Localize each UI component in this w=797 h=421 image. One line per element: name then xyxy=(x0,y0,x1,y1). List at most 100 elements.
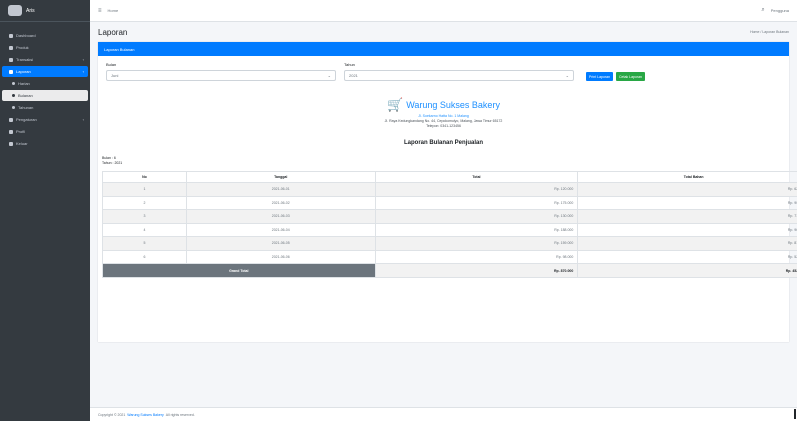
bulan-filter: Bulan Juni ⌄ xyxy=(106,62,336,81)
cell-no: 5 xyxy=(102,236,187,251)
filter-row: Bulan Juni ⌄ Tahun 2021 ⌄ Print Laporan … xyxy=(98,56,789,81)
sidebar-nav: Dashboard Produk Transaksi ‹ Laporan ‹ Harian B… xyxy=(0,30,90,149)
caret-icon: ‹ xyxy=(82,69,84,74)
cell-total-bahan: Rp. 71.000 xyxy=(577,209,797,224)
cell-tanggal: 2021-06-06 xyxy=(185,249,376,264)
export-button[interactable]: Cetak Laporan xyxy=(616,72,645,81)
cell-tanggal: 2021-06-01 xyxy=(185,182,376,197)
nav-icon xyxy=(9,57,13,62)
nav-icon xyxy=(9,117,13,122)
col-tanggal: Tanggal xyxy=(185,171,376,183)
tahun-filter: Tahun 2021 ⌄ xyxy=(344,62,574,81)
tahun-label: Tahun xyxy=(344,62,355,67)
cell-total-bahan: Rp. 52.000 xyxy=(577,249,797,264)
store-name: Warung Sukses Bakery xyxy=(406,100,500,110)
report-card: Laporan Bulanan Bulan Juni ⌄ Tahun 2021 … xyxy=(98,42,797,342)
table-row: 22021-06-02Rp. 175.000Rp. 90.000 xyxy=(102,195,797,210)
nav-icon xyxy=(9,129,13,134)
content-header: Laporan Home / Laporan Bulanan xyxy=(98,22,789,42)
search-icon[interactable]: ⌕ xyxy=(761,7,764,14)
bulan-value: Juni xyxy=(111,73,119,78)
caret-icon: ‹ xyxy=(82,57,84,62)
sidebar-item-label: Laporan xyxy=(16,69,31,74)
store-phone: Telepon: 0341-123456 xyxy=(426,124,461,128)
chevron-down-icon: ⌄ xyxy=(327,73,331,78)
tahun-meta: Tahun : 2021 xyxy=(102,161,123,165)
sidebar-item-label: Dashboard xyxy=(16,33,36,38)
sidebar-item-label: Keluar xyxy=(16,141,28,146)
table-row: 52021-06-05Rp. 159.000Rp. 81.000 xyxy=(102,236,797,251)
nav-icon xyxy=(12,94,15,97)
nav-icon xyxy=(12,82,15,85)
nav-icon xyxy=(9,33,13,38)
main-content: Laporan Home / Laporan Bulanan Laporan B… xyxy=(90,22,797,407)
user-menu[interactable]: Pengguna xyxy=(771,8,789,13)
report-table: No Tanggal Total Total Bahan 1 2021-06-01… xyxy=(102,171,797,278)
topbar: ≡ Home ⌕ Pengguna xyxy=(90,0,797,22)
cell-total: Rp. 120.000 xyxy=(374,182,579,197)
cell-no: 6 xyxy=(102,249,187,264)
print-button[interactable]: Print Laporan xyxy=(586,72,614,81)
cell-no: 1 xyxy=(102,182,187,197)
table-total-row: Grand TotalRp. 870.000Rp. 452.000 xyxy=(102,263,797,278)
caret-icon: ‹ xyxy=(82,117,84,122)
sidebar-item-2[interactable]: Transaksi ‹ xyxy=(2,54,88,65)
cell-total: Rp. 175.000 xyxy=(374,195,579,210)
chevron-down-icon: ⌄ xyxy=(565,73,569,78)
hamburger-menu-icon[interactable]: ≡ xyxy=(98,8,102,14)
col-total-bahan: Total Bahan xyxy=(577,171,797,183)
page-title: Laporan xyxy=(98,27,128,37)
cell-no: 3 xyxy=(102,209,187,224)
footer-copyright: Copyright © 2021 xyxy=(98,412,126,417)
scrollbar-handle[interactable] xyxy=(794,409,796,419)
sidebar-item-7[interactable]: Pengaturan ‹ xyxy=(2,114,88,125)
table-body: 12021-06-01Rp. 120.000Rp. 62.00022021-06… xyxy=(102,182,797,278)
sidebar: Aris Dashboard Produk Transaksi ‹ Laporan ‹ Ha… xyxy=(0,0,90,421)
footer-suffix: All rights reserved. xyxy=(165,412,195,417)
cell-total-bahan: Rp. 81.000 xyxy=(577,236,797,251)
cell-total: Rp. 130.000 xyxy=(374,209,579,224)
col-total: Total xyxy=(374,171,579,183)
sidebar-item-0[interactable]: Dashboard xyxy=(2,30,88,41)
sidebar-item-4[interactable]: Harian xyxy=(2,78,88,89)
footer-link[interactable]: Warung Sukses Bakery xyxy=(127,413,163,417)
sidebar-item-label: Produk xyxy=(16,45,29,50)
tahun-select[interactable]: 2021 ⌄ xyxy=(344,70,574,81)
brand[interactable]: Aris xyxy=(0,0,90,22)
col-no: No xyxy=(102,171,187,183)
sidebar-item-label: Profil xyxy=(16,129,26,134)
store-header: 🛒 Warung Sukses Bakery Jl. Soekarno Hatt… xyxy=(98,97,789,128)
sidebar-item-label: Pengaturan xyxy=(16,117,37,122)
cell-no: 4 xyxy=(102,222,187,237)
breadcrumb[interactable]: Home / Laporan Bulanan xyxy=(750,30,789,34)
report-meta: Bulan : 6 Tahun : 2021 xyxy=(98,156,789,166)
grand-total-bahan: Rp. 452.000 xyxy=(577,263,797,278)
cell-tanggal: 2021-06-05 xyxy=(185,236,376,251)
sidebar-item-8[interactable]: Profil xyxy=(2,126,88,137)
cell-total-bahan: Rp. 90.000 xyxy=(577,195,797,210)
table-row: 32021-06-03Rp. 130.000Rp. 71.000 xyxy=(102,209,797,224)
report-title: Laporan Bulanan Penjualan xyxy=(403,140,483,146)
footer: Copyright © 2021 Warung Sukses Bakery Al… xyxy=(90,407,797,421)
cell-total-bahan: Rp. 62.000 xyxy=(577,182,797,197)
home-link[interactable]: Home xyxy=(108,8,119,13)
bulan-select[interactable]: Juni ⌄ xyxy=(106,70,336,81)
sidebar-item-5[interactable]: Bulanan xyxy=(2,90,88,101)
store-name-wrap: 🛒 Warung Sukses Bakery xyxy=(387,97,500,113)
cell-tanggal: 2021-06-04 xyxy=(185,222,376,237)
card-header: Laporan Bulanan xyxy=(98,42,789,56)
sidebar-item-1[interactable]: Produk xyxy=(2,42,88,53)
cell-total-bahan: Rp. 96.000 xyxy=(577,222,797,237)
cell-total: Rp. 98.000 xyxy=(374,249,579,264)
sidebar-item-6[interactable]: Tahunan xyxy=(2,102,88,113)
sidebar-item-3[interactable]: Laporan ‹ xyxy=(2,66,88,77)
cart-icon: 🛒 xyxy=(387,97,404,112)
tahun-value: 2021 xyxy=(349,73,358,78)
cell-tanggal: 2021-06-02 xyxy=(185,195,376,210)
table-header-row: No Tanggal Total Total Bahan xyxy=(102,171,797,183)
brand-logo xyxy=(8,5,22,16)
cell-tanggal: 2021-06-03 xyxy=(185,209,376,224)
cell-total: Rp. 188.000 xyxy=(374,222,579,237)
nav-icon xyxy=(9,141,13,146)
sidebar-item-9[interactable]: Keluar xyxy=(2,138,88,149)
